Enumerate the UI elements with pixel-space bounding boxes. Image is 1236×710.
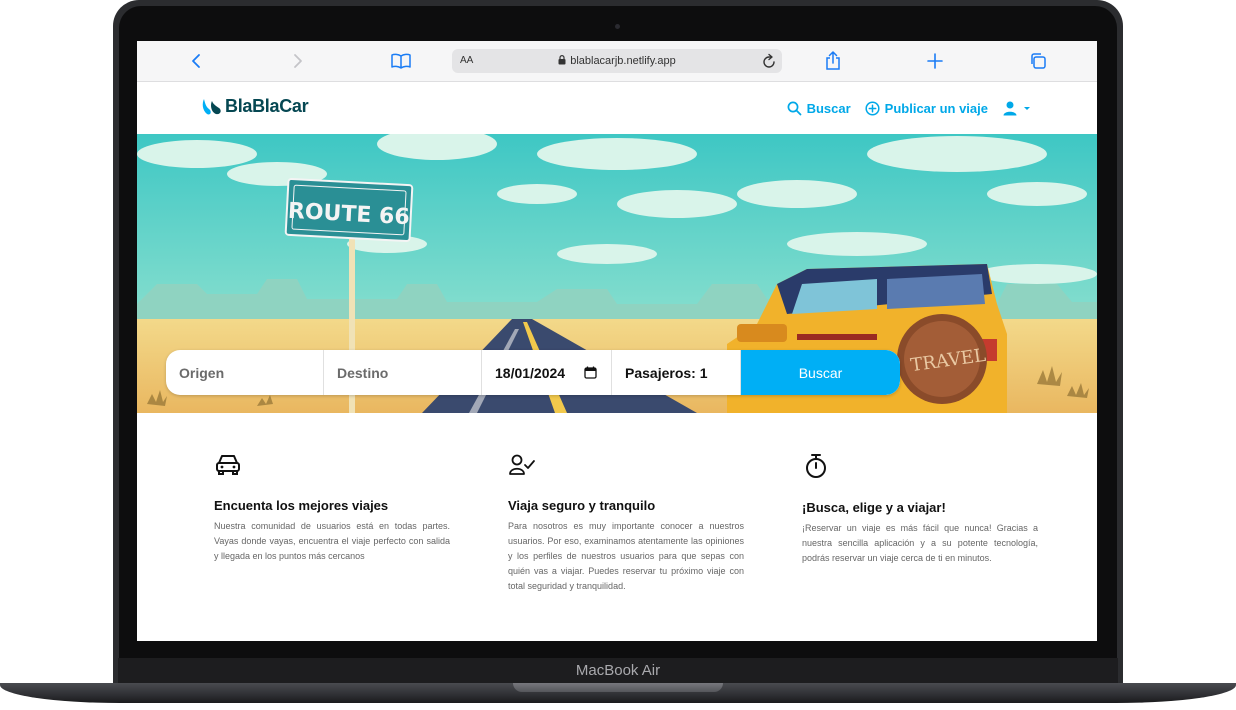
- passengers-field[interactable]: Pasajeros: 1: [612, 350, 741, 395]
- brand-logo[interactable]: BlaBlaCar: [201, 96, 309, 117]
- stopwatch-icon: [806, 454, 826, 478]
- nav-search[interactable]: Buscar: [787, 101, 851, 116]
- calendar-icon[interactable]: [584, 366, 597, 379]
- hero-banner: ROUTE 66 TRAVEL Origen Destino 18/01/202…: [137, 134, 1097, 413]
- feature-title: ¡Busca, elige y a viajar!: [802, 500, 946, 515]
- address-bar[interactable]: AA blablacarjb.netlify.app: [452, 49, 782, 73]
- date-value: 18/01/2024: [495, 364, 566, 381]
- nav-search-label: Buscar: [806, 100, 851, 116]
- search-icon: [787, 101, 801, 115]
- origin-field[interactable]: Origen: [166, 350, 324, 395]
- brand-name: BlaBlaCar: [225, 96, 309, 116]
- reload-icon[interactable]: [762, 53, 776, 74]
- new-tab-icon[interactable]: [925, 51, 945, 71]
- feature-title: Encuenta los mejores viajes: [214, 498, 389, 513]
- feature-text: Nuestra comunidad de usuarios está en to…: [214, 521, 450, 561]
- forward-icon[interactable]: [288, 51, 308, 71]
- nav-publish[interactable]: Publicar un viaje: [865, 101, 988, 116]
- tabs-overview-icon[interactable]: [1028, 51, 1048, 71]
- webcam: [615, 24, 620, 29]
- site-header: BlaBlaCar Buscar Publicar un viaje: [137, 82, 1097, 134]
- search-button[interactable]: Buscar: [741, 350, 900, 395]
- feature-item: Encuenta los mejores viajes Nuestra comu…: [214, 453, 450, 564]
- features-section: Encuenta los mejores viajes Nuestra comu…: [137, 413, 1097, 641]
- trip-search-bar: Origen Destino 18/01/2024 Pasajeros: 1 B…: [166, 350, 900, 395]
- back-icon[interactable]: [186, 51, 206, 71]
- device-label: MacBook Air: [575, 662, 661, 679]
- nav-publish-label: Publicar un viaje: [884, 100, 988, 116]
- laptop-notch: [513, 683, 723, 692]
- car-icon: [216, 455, 240, 475]
- lock-icon: [558, 55, 566, 68]
- browser-toolbar: AA blablacarjb.netlify.app: [137, 41, 1097, 82]
- user-menu[interactable]: [1002, 100, 1031, 116]
- feature-text: ¡Reservar un viaje es más fácil que nunc…: [802, 523, 1038, 563]
- destination-field[interactable]: Destino: [324, 350, 482, 395]
- bookmarks-icon[interactable]: [391, 51, 411, 71]
- url-text: blablacarjb.netlify.app: [570, 55, 676, 67]
- user-icon: [1003, 101, 1017, 116]
- feature-title: Viaja seguro y tranquilo: [508, 498, 656, 513]
- user-check-icon: [509, 454, 535, 475]
- date-field[interactable]: 18/01/2024: [482, 350, 612, 395]
- screen: AA blablacarjb.netlify.app BlaBlaCar Bus…: [137, 41, 1097, 641]
- blablacar-logo-icon: [202, 98, 221, 114]
- feature-text: Para nosotros es muy importante conocer …: [508, 521, 744, 591]
- share-icon[interactable]: [823, 51, 843, 71]
- main-nav: Buscar Publicar un viaje: [787, 100, 1031, 116]
- plus-circle-icon: [865, 100, 880, 116]
- caret-down-icon: [1024, 107, 1030, 110]
- feature-item: Viaja seguro y tranquilo Para nosotros e…: [508, 453, 744, 594]
- feature-item: ¡Busca, elige y a viajar! ¡Reservar un v…: [802, 453, 1038, 566]
